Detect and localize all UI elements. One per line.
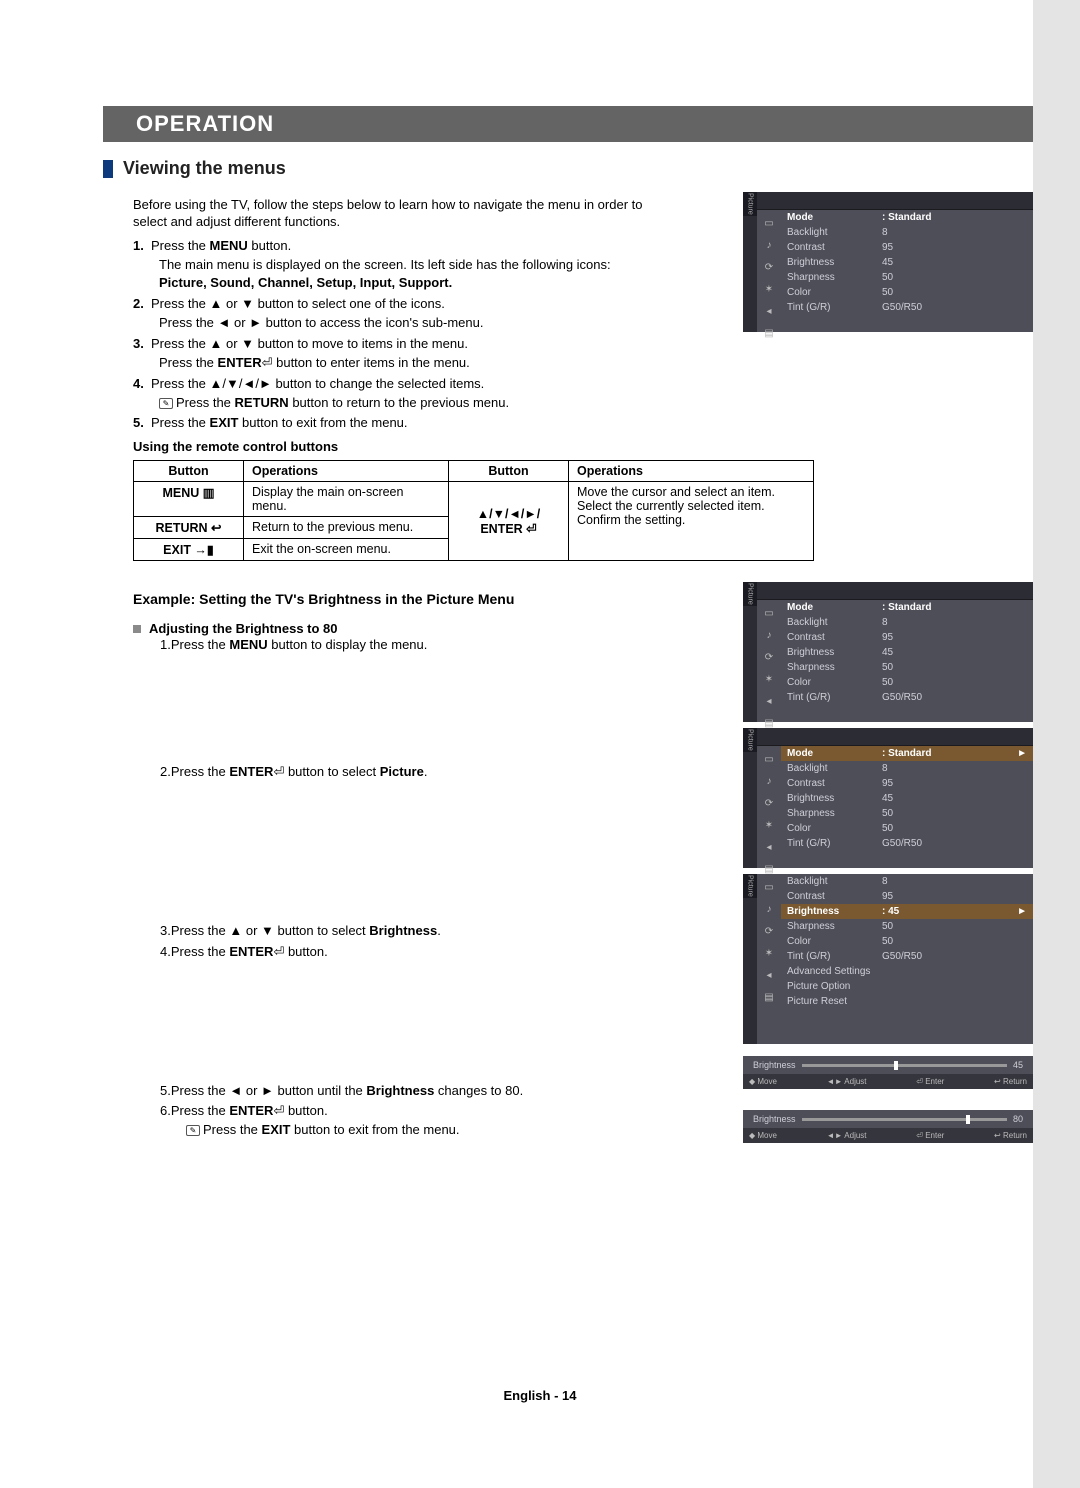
setup-icon: ✶ (763, 948, 775, 958)
bullet-icon (133, 625, 141, 633)
channel-icon: ⟳ (763, 798, 775, 808)
osd-category-icons: ▭ ♪ ⟳ ✶ ◂ ▤ (757, 210, 781, 332)
osd-row-mode-selected: Mode: Standard► (781, 746, 1033, 761)
support-icon: ▤ (763, 718, 775, 728)
input-icon: ◂ (763, 970, 775, 980)
brightness-slider-80: Brightness 80 ◆ Move ◄► Adjust ⏎ Enter ↩… (743, 1110, 1033, 1143)
slider-bar (802, 1118, 1007, 1121)
osd-picture-menu-4-brightness-selected: Picture ▭♪⟳✶◂▤ Backlight8 Contrast95 Bri… (743, 874, 1033, 1044)
osd-side-label: Picture (743, 192, 757, 216)
page-right-margin (1033, 0, 1080, 1488)
sound-icon: ♪ (763, 776, 775, 786)
setup-icon: ✶ (763, 820, 775, 830)
ex-step-6: 6.Press the ENTER⏎ button. ✎Press the EX… (160, 1102, 620, 1140)
sound-icon: ♪ (763, 240, 775, 250)
osd-row-backlight: Backlight8 (781, 225, 1033, 240)
page: OPERATION Viewing the menus Before using… (0, 0, 1080, 1488)
note-icon: ✎ (159, 398, 173, 409)
osd-row-mode: Mode: Standard (781, 210, 1033, 225)
osd-row-sharpness: Sharpness50 (781, 270, 1033, 285)
sound-icon: ♪ (763, 904, 775, 914)
step-1: 1.Press the MENU button. The main menu i… (133, 237, 633, 294)
step-4: 4.Press the ▲/▼/◄/► button to change the… (133, 375, 633, 413)
example-steps: 1.Press the MENU button to display the m… (160, 636, 620, 1140)
osd-row-brightness: Brightness45 (781, 255, 1033, 270)
picture-icon: ▭ (763, 882, 775, 892)
channel-icon: ⟳ (763, 926, 775, 936)
channel-icon: ⟳ (763, 652, 775, 662)
operation-header-text: OPERATION (136, 111, 274, 137)
nav-buttons-ops: Move the cursor and select an item.Selec… (569, 482, 814, 561)
brightness-slider-45: Brightness 45 ◆ Move ◄► Adjust ⏎ Enter ↩… (743, 1056, 1033, 1089)
content-area: Viewing the menus Before using the TV, f… (103, 158, 1033, 1142)
using-remote-heading: Using the remote control buttons (133, 439, 1033, 454)
osd-row-brightness-selected: Brightness: 45► (781, 904, 1033, 919)
operation-header-bar: OPERATION (103, 106, 1033, 142)
ex-step-5: 5.Press the ◄ or ► button until the Brig… (160, 1082, 620, 1101)
picture-icon: ▭ (763, 218, 775, 228)
osd-picture-menu-2: Picture ▭♪⟳✶◂▤ Mode: Standard Backlight8… (743, 582, 1033, 722)
heading-bullet (103, 160, 113, 178)
picture-icon: ▭ (763, 608, 775, 618)
ex-step-3: 3.Press the ▲ or ▼ button to select Brig… (160, 922, 620, 941)
table-row: MENU ▥ Display the main on-screen menu. … (134, 482, 814, 517)
sound-icon: ♪ (763, 630, 775, 640)
step-5: 5.Press the EXIT button to exit from the… (133, 414, 633, 433)
support-icon: ▤ (763, 992, 775, 1002)
support-icon: ▤ (763, 864, 775, 874)
osd-row-contrast: Contrast95 (781, 240, 1033, 255)
step-2: 2.Press the ▲ or ▼ button to select one … (133, 295, 633, 333)
osd-row-color: Color50 (781, 285, 1033, 300)
setup-icon: ✶ (763, 284, 775, 294)
osd-picture-menu-1: Picture ▭ ♪ ⟳ ✶ ◂ ▤ Mode: Standard Backl… (743, 192, 1033, 332)
support-icon: ▤ (763, 328, 775, 338)
intro-paragraph: Before using the TV, follow the steps be… (133, 197, 643, 231)
main-steps: 1.Press the MENU button. The main menu i… (133, 237, 633, 433)
note-icon: ✎ (186, 1125, 200, 1136)
osd-row-tint: Tint (G/R)G50/R50 (781, 300, 1033, 315)
setup-icon: ✶ (763, 674, 775, 684)
picture-icon: ▭ (763, 754, 775, 764)
nav-buttons-cell: ▲/▼/◄/►/ENTER ⏎ (449, 482, 569, 561)
input-icon: ◂ (763, 696, 775, 706)
slider-footer: ◆ Move ◄► Adjust ⏎ Enter ↩ Return (743, 1074, 1033, 1089)
remote-buttons-table: Button Operations Button Operations MENU… (133, 460, 814, 561)
input-icon: ◂ (763, 306, 775, 316)
ex-step-2: 2.Press the ENTER⏎ button to select Pict… (160, 763, 620, 782)
slider-footer: ◆ Move ◄► Adjust ⏎ Enter ↩ Return (743, 1128, 1033, 1143)
ex-step-1: 1.Press the MENU button to display the m… (160, 636, 620, 655)
slider-bar (802, 1064, 1007, 1067)
section-title: Viewing the menus (123, 158, 286, 179)
section-heading: Viewing the menus (103, 158, 1033, 179)
channel-icon: ⟳ (763, 262, 775, 272)
table-header-row: Button Operations Button Operations (134, 461, 814, 482)
ex-step-4: 4.Press the ENTER⏎ button. (160, 943, 620, 962)
osd-picture-menu-3-mode-selected: Picture ▭♪⟳✶◂▤ Mode: Standard► Backlight… (743, 728, 1033, 868)
page-footer: English - 14 (0, 1388, 1080, 1403)
input-icon: ◂ (763, 842, 775, 852)
step-3: 3.Press the ▲ or ▼ button to move to ite… (133, 335, 633, 373)
